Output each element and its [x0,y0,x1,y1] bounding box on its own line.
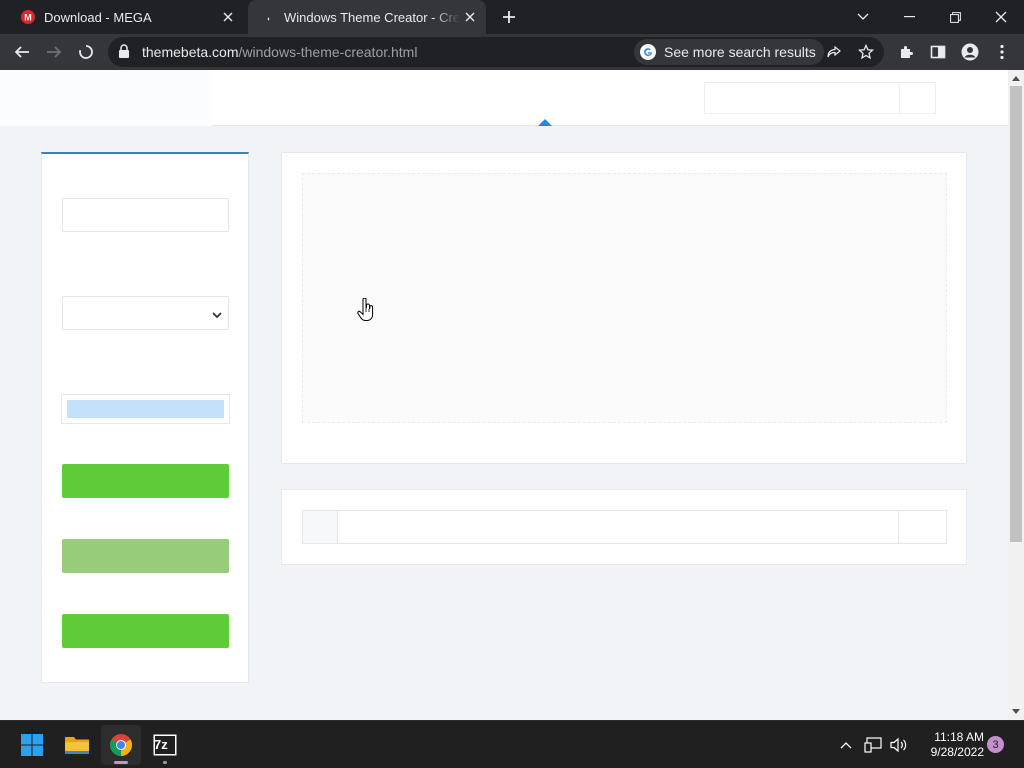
extensions-icon[interactable] [892,38,920,66]
tab-search-icon[interactable] [840,0,886,34]
clock-date: 9/28/2022 [930,745,984,759]
svg-text:M: M [24,13,32,23]
volume-icon[interactable] [888,735,910,755]
loading-icon [260,9,276,25]
copy-button[interactable] [898,510,947,544]
share-icon[interactable] [824,42,844,62]
google-icon [640,44,656,60]
file-explorer-icon[interactable] [57,725,97,765]
theme-name-input[interactable] [62,198,229,232]
site-logo[interactable] [0,70,212,126]
chrome-icon[interactable] [101,725,141,765]
header-search-button[interactable] [899,82,936,114]
search-results-chip[interactable]: See more search results [634,39,824,65]
bookmark-star-icon[interactable] [856,42,876,62]
search-chip-label: See more search results [664,44,816,60]
menu-icon[interactable] [988,38,1016,66]
tab-theme-creator[interactable]: Windows Theme Creator - Create [248,0,486,34]
download-button[interactable] [62,614,229,648]
stop-loading-icon[interactable] [72,38,100,66]
theme-type-select[interactable] [62,296,229,330]
link-input[interactable] [337,510,899,544]
tab-title: Windows Theme Creator - Create [284,9,460,25]
link-prefix-addon [302,510,338,544]
show-hidden-icons-chevron-icon[interactable] [836,735,856,755]
side-panel-icon[interactable] [924,38,952,66]
theme-options-panel [41,152,249,683]
scroll-thumb[interactable] [1010,86,1022,542]
url-path: /windows-theme-creator.html [238,44,418,60]
url-text: themebeta.com/windows-theme-creator.html [142,44,417,60]
url-host: themebeta.com [142,44,239,60]
windows-start-icon[interactable] [12,725,52,765]
clock[interactable]: 11:18 AM 9/28/2022 [914,730,984,760]
mega-icon: M [20,9,36,25]
active-app-indicator [114,761,128,764]
browser-toolbar: themebeta.com/windows-theme-creator.html… [0,34,1024,70]
scroll-up-arrow-icon[interactable] [1012,76,1020,81]
7zip-label: 7z [154,737,168,752]
preview-card [281,152,967,464]
site-header [0,70,1008,126]
profile-icon[interactable] [956,38,984,66]
image-upload-field[interactable] [61,394,230,424]
upload-selection-highlight [67,400,224,418]
secondary-action-button[interactable] [62,539,229,573]
tab-strip: M Download - MEGA Windows Theme Creator … [0,0,1024,34]
close-tab-icon[interactable] [460,7,480,27]
forward-button[interactable] [40,38,68,66]
windows-taskbar: 7z 11:18 AM 9/28/2022 3 [0,720,1024,768]
page-viewport [0,70,1008,720]
chevron-down-icon [212,307,222,322]
close-window-button[interactable] [978,0,1024,34]
tab-title: Download - MEGA [44,9,152,25]
image-preview-area[interactable] [302,173,947,423]
notification-badge[interactable]: 3 [987,736,1004,753]
restore-button[interactable] [932,0,978,34]
hand-cursor-icon [357,297,375,327]
clock-time: 11:18 AM [934,730,984,744]
primary-action-button[interactable] [62,464,229,498]
new-tab-button[interactable] [497,5,521,29]
tab-mega[interactable]: M Download - MEGA [8,0,244,34]
7zip-icon[interactable]: 7z [145,725,185,765]
active-nav-indicator [538,119,552,126]
minimize-button[interactable] [886,0,932,34]
address-bar[interactable]: themebeta.com/windows-theme-creator.html… [108,37,884,67]
close-tab-icon[interactable] [218,7,238,27]
network-icon[interactable] [862,735,884,755]
link-card [281,489,967,565]
running-app-indicator [163,761,167,764]
scroll-down-arrow-icon[interactable] [1012,709,1020,714]
page-scrollbar[interactable] [1008,70,1024,720]
lock-icon[interactable] [118,44,130,64]
back-button[interactable] [8,38,36,66]
header-search-input[interactable] [704,82,900,114]
